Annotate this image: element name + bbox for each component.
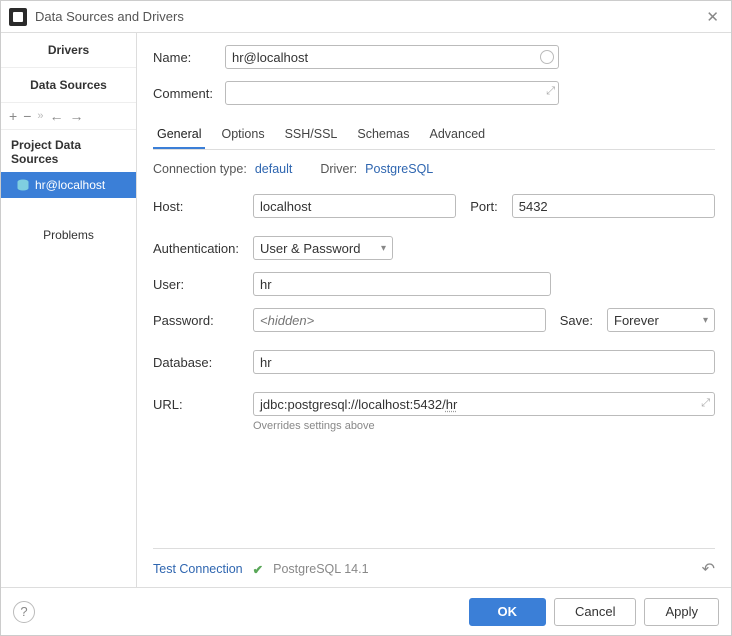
back-icon[interactable]: ← bbox=[50, 109, 64, 123]
password-label: Password: bbox=[153, 313, 253, 328]
driver-label: Driver: bbox=[320, 162, 357, 176]
save-label: Save: bbox=[560, 313, 593, 328]
expand-icon[interactable]: ⤢ bbox=[701, 397, 710, 410]
window-title: Data Sources and Drivers bbox=[35, 9, 702, 24]
dialog-window: Data Sources and Drivers ✕ Drivers Data … bbox=[0, 0, 732, 636]
footer: ? OK Cancel Apply bbox=[1, 587, 731, 635]
sidebar-item-hrlocalhost[interactable]: hr@localhost bbox=[1, 172, 136, 198]
test-connection-link[interactable]: Test Connection bbox=[153, 562, 243, 576]
comment-label: Comment: bbox=[153, 86, 215, 101]
status-text: PostgreSQL 14.1 bbox=[273, 562, 368, 576]
check-icon: ✔ bbox=[253, 562, 263, 577]
comment-input[interactable] bbox=[225, 81, 559, 105]
sidebar-section-datasources[interactable]: Data Sources bbox=[1, 68, 136, 103]
close-icon[interactable]: ✕ bbox=[702, 8, 723, 26]
user-input[interactable] bbox=[253, 272, 551, 296]
minus-icon[interactable]: − bbox=[23, 109, 31, 123]
auth-select[interactable]: User & Password bbox=[253, 236, 393, 260]
main-panel: Name: Comment: ⤢ General Options SSH/SSL… bbox=[137, 33, 731, 587]
tab-options[interactable]: Options bbox=[217, 121, 268, 149]
host-input[interactable] bbox=[253, 194, 456, 218]
apply-button[interactable]: Apply bbox=[644, 598, 719, 626]
name-input[interactable] bbox=[225, 45, 559, 69]
sidebar-section-drivers[interactable]: Drivers bbox=[1, 33, 136, 68]
titlebar: Data Sources and Drivers ✕ bbox=[1, 1, 731, 33]
save-select[interactable]: Forever bbox=[607, 308, 715, 332]
url-hint: Overrides settings above bbox=[253, 420, 715, 432]
database-label: Database: bbox=[153, 355, 253, 370]
sidebar-problems[interactable]: Problems bbox=[1, 218, 136, 252]
auth-label: Authentication: bbox=[153, 241, 253, 256]
port-label: Port: bbox=[470, 199, 497, 214]
password-input[interactable] bbox=[253, 308, 546, 332]
connection-type-label: Connection type: bbox=[153, 162, 247, 176]
connection-type-value[interactable]: default bbox=[255, 162, 293, 176]
app-icon bbox=[9, 8, 27, 26]
more-icon[interactable]: » bbox=[37, 111, 43, 122]
plus-icon[interactable]: + bbox=[9, 109, 17, 123]
sidebar-header: Project Data Sources bbox=[1, 130, 136, 172]
url-label: URL: bbox=[153, 397, 253, 412]
host-label: Host: bbox=[153, 199, 253, 214]
help-icon[interactable]: ? bbox=[13, 601, 35, 623]
expand-icon[interactable]: ⤢ bbox=[546, 85, 555, 98]
sidebar-item-label: hr@localhost bbox=[35, 178, 105, 192]
tab-general[interactable]: General bbox=[153, 121, 205, 149]
tab-sshssl[interactable]: SSH/SSL bbox=[281, 121, 342, 149]
tab-advanced[interactable]: Advanced bbox=[426, 121, 490, 149]
port-input[interactable] bbox=[512, 194, 715, 218]
driver-value[interactable]: PostgreSQL bbox=[365, 162, 433, 176]
url-input[interactable]: jdbc:postgresql://localhost:5432/hr bbox=[253, 392, 715, 416]
color-circle-icon[interactable] bbox=[540, 50, 554, 64]
ok-button[interactable]: OK bbox=[469, 598, 547, 626]
cancel-button[interactable]: Cancel bbox=[554, 598, 636, 626]
database-icon bbox=[17, 179, 29, 191]
sidebar: Drivers Data Sources + − » ← → Project D… bbox=[1, 33, 137, 587]
tabs: General Options SSH/SSL Schemas Advanced bbox=[153, 121, 715, 150]
forward-icon[interactable]: → bbox=[70, 109, 84, 123]
name-label: Name: bbox=[153, 50, 215, 65]
revert-icon[interactable]: ↶ bbox=[702, 559, 715, 579]
tab-schemas[interactable]: Schemas bbox=[353, 121, 413, 149]
sidebar-toolbar: + − » ← → bbox=[1, 103, 136, 130]
database-input[interactable] bbox=[253, 350, 715, 374]
user-label: User: bbox=[153, 277, 253, 292]
